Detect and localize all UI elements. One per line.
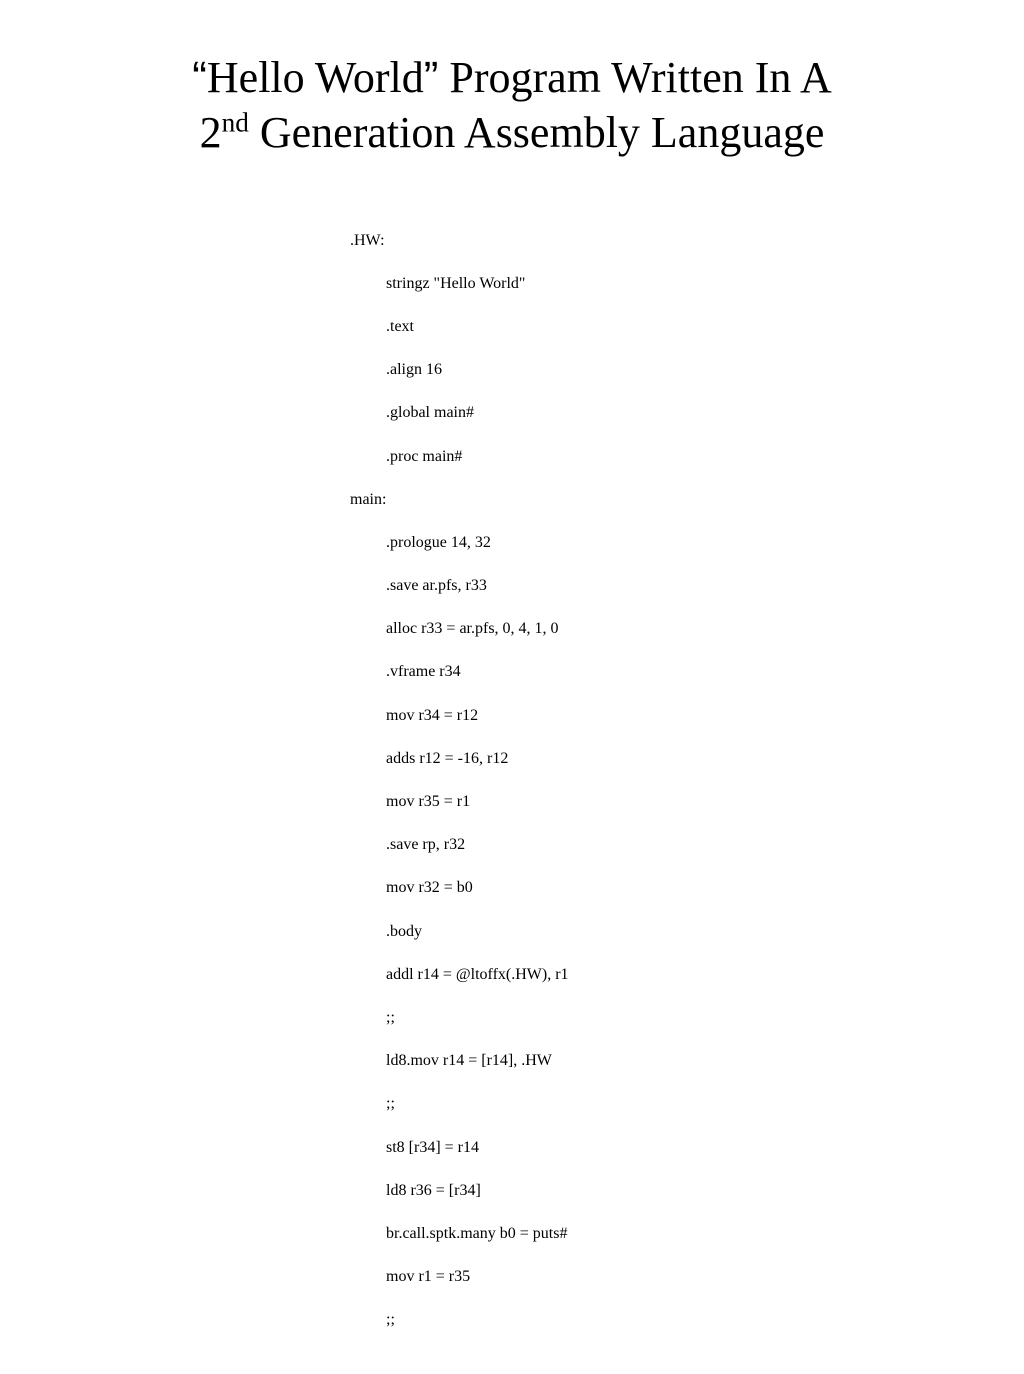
code-line: ld8.mov r14 = [r14], .HW	[386, 1050, 934, 1072]
open-quote: “	[192, 53, 207, 102]
code-line: st8 [r34] = r14	[386, 1137, 934, 1159]
code-line: .vframe r34	[386, 661, 934, 683]
code-line: mov r34 = r12	[386, 705, 934, 727]
code-line: .text	[386, 316, 934, 338]
code-line: .save ar.pfs, r33	[386, 575, 934, 597]
title-two: 2	[200, 108, 222, 157]
code-line: .align 16	[386, 359, 934, 381]
code-line: .prologue 14, 32	[386, 532, 934, 554]
code-line: .global main#	[386, 402, 934, 424]
title-part-1: Program Written In A	[438, 53, 831, 102]
title-hello-world: Hello World	[207, 53, 424, 102]
title-superscript: nd	[222, 107, 249, 137]
code-line: .body	[386, 921, 934, 943]
slide: “Hello World” Program Written In A 2nd G…	[0, 0, 1024, 1374]
title-part-2: Generation Assembly Language	[249, 108, 825, 157]
code-line: ;;	[386, 1007, 934, 1029]
code-line: .save rp, r32	[386, 834, 934, 856]
assembly-code-block: .HW: stringz "Hello World" .text .align …	[350, 208, 934, 1374]
code-line: .HW:	[350, 230, 934, 252]
code-line: mov r32 = b0	[386, 877, 934, 899]
code-line: mov r35 = r1	[386, 791, 934, 813]
slide-title: “Hello World” Program Written In A 2nd G…	[90, 50, 934, 160]
code-line: ;;	[386, 1093, 934, 1115]
code-line: br.call.sptk.many b0 = puts#	[386, 1223, 934, 1245]
code-line: .proc main#	[386, 446, 934, 468]
code-line: adds r12 = -16, r12	[386, 748, 934, 770]
code-line: ld8 r36 = [r34]	[386, 1180, 934, 1202]
code-line: alloc r33 = ar.pfs, 0, 4, 1, 0	[386, 618, 934, 640]
code-line: addl r14 = @ltoffx(.HW), r1	[386, 964, 934, 986]
code-line: mov r1 = r35	[386, 1266, 934, 1288]
code-line: main:	[350, 489, 934, 511]
code-line: stringz "Hello World"	[386, 273, 934, 295]
close-quote: ”	[424, 53, 439, 102]
code-line: ;;	[386, 1309, 934, 1331]
